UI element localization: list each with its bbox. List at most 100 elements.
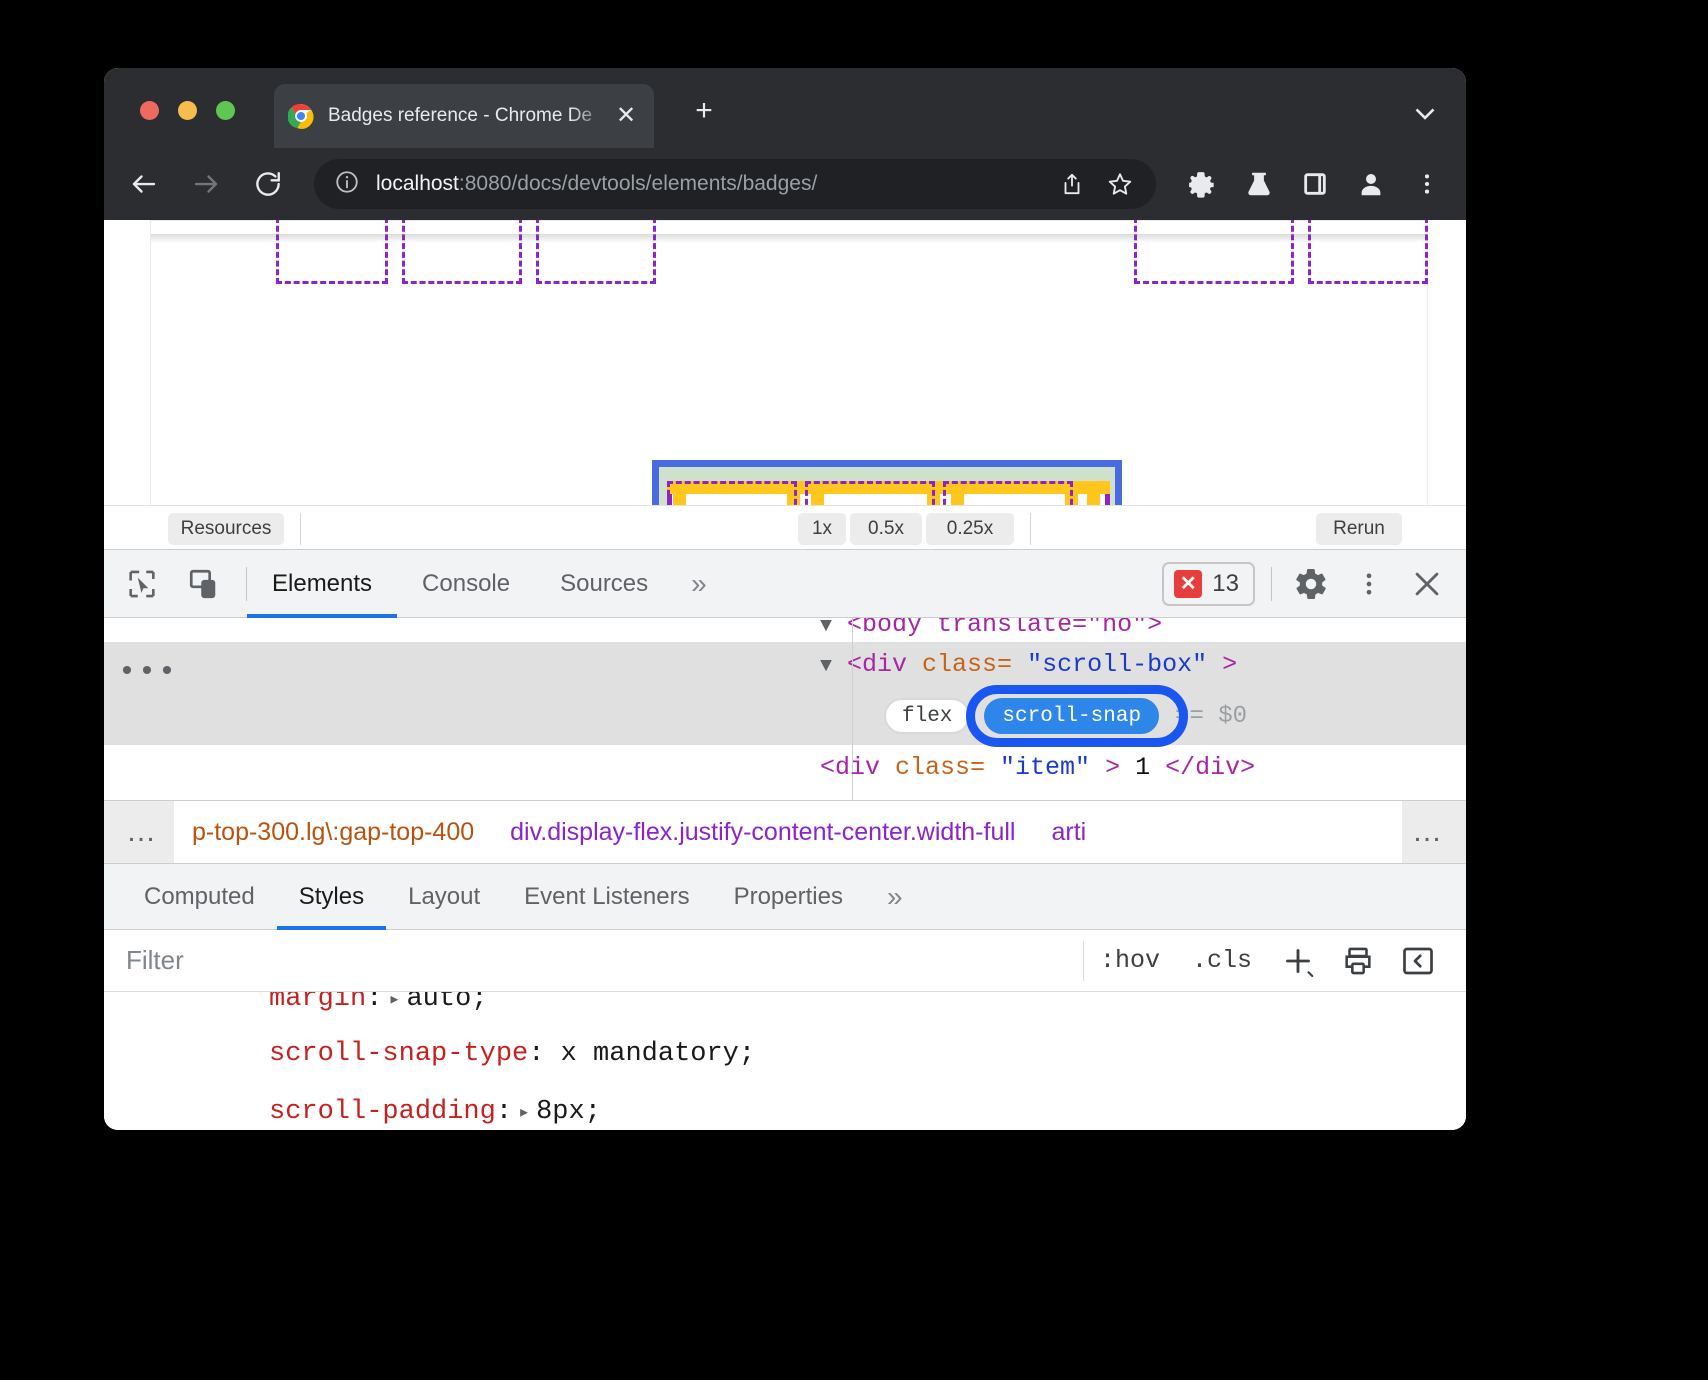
dom-end-tag: </div> [1165, 753, 1255, 782]
dom-row-item-1[interactable]: <div class= "item" > 1 </div> [104, 745, 1466, 790]
declaration-scroll-snap-type[interactable]: scroll-snap-type: x mandatory; [269, 1034, 1466, 1074]
snap-area-ghost [276, 220, 388, 284]
kebab-menu-icon[interactable] [1344, 559, 1394, 609]
tab-elements[interactable]: Elements [247, 550, 397, 618]
print-style-icon[interactable] [1332, 935, 1384, 987]
declaration-margin[interactable]: margin:▸auto; [269, 992, 1466, 1012]
experiments-flask-icon[interactable] [1236, 161, 1282, 207]
dom-attr-name: class= [922, 650, 1012, 679]
dom-attr-name: class= [895, 753, 985, 782]
declaration-property[interactable]: margin [269, 992, 366, 1012]
resbar-divider [1030, 513, 1031, 545]
dom-badges-row: flex scroll-snap == $0 [104, 687, 1466, 745]
snap-area-ghost [1308, 220, 1428, 284]
back-arrow-icon[interactable] [122, 162, 166, 206]
snap-area-dashed [667, 481, 797, 505]
dom-row-body[interactable]: ▼ <body translate="no"> [104, 618, 1466, 642]
declaration-value[interactable]: 8px; [536, 1097, 601, 1127]
dom-tag-close: > [1222, 650, 1237, 679]
scroll-snap-container-overlay: 4 5 6 7 [652, 460, 1122, 505]
extensions-puzzle-icon[interactable] [1180, 161, 1226, 207]
expand-triangle-icon[interactable]: ▸ [512, 1102, 536, 1125]
plus-icon[interactable] [1272, 935, 1324, 987]
address-bar[interactable]: localhost:8080/docs/devtools/elements/ba… [314, 159, 1156, 209]
star-icon[interactable] [1100, 164, 1140, 204]
breadcrumb-crumb-3[interactable]: arti [1033, 818, 1104, 847]
tab-close-icon[interactable]: ✕ [612, 104, 640, 128]
inspect-cursor-icon[interactable] [118, 560, 166, 608]
info-circle-icon[interactable] [334, 169, 360, 200]
browser-window: Badges reference - Chrome De ✕ + [104, 68, 1466, 1130]
chevron-down-icon[interactable] [1408, 96, 1442, 130]
dom-attr-value: "scroll-box" [1027, 650, 1207, 679]
dom-text-node: 1 [1135, 753, 1150, 782]
resbar-divider [300, 513, 301, 545]
window-traffic-lights [140, 101, 235, 120]
toolbar-divider [1271, 567, 1272, 601]
dom-row-scroll-box[interactable]: ▼ <div class= "scroll-box" > [104, 642, 1466, 687]
forward-arrow-icon[interactable] [184, 162, 228, 206]
tab-layout[interactable]: Layout [386, 864, 502, 930]
declaration-property[interactable]: scroll-snap-type [269, 1039, 528, 1069]
minimize-window-button[interactable] [178, 101, 197, 120]
snap-area-dashed [805, 481, 935, 505]
reload-icon[interactable] [246, 162, 290, 206]
snap-area-ghost [402, 220, 522, 284]
tab-sources[interactable]: Sources [535, 550, 673, 618]
collapse-panel-icon[interactable] [1392, 935, 1444, 987]
breadcrumb-crumb-2[interactable]: div.display-flex.justify-content-center.… [492, 818, 1033, 847]
tab-title: Badges reference - Chrome De [328, 105, 612, 127]
cls-button[interactable]: .cls [1176, 946, 1268, 975]
collapse-arrow-icon[interactable]: ▼ [820, 655, 832, 678]
more-tabs-button[interactable]: » [673, 550, 725, 618]
breadcrumb-crumb-1[interactable]: p-top-300.lg\:gap-top-400 [174, 818, 492, 847]
declaration-scroll-padding[interactable]: scroll-padding:▸8px; [269, 1092, 1466, 1130]
tab-styles[interactable]: Styles [277, 864, 386, 930]
browser-tab[interactable]: Badges reference - Chrome De ✕ [274, 84, 654, 148]
close-icon[interactable] [1402, 559, 1452, 609]
new-tab-button[interactable]: + [684, 92, 724, 132]
url-host: localhost [376, 172, 459, 195]
tab-computed[interactable]: Computed [122, 864, 277, 930]
badge-flex[interactable]: flex [884, 698, 970, 734]
url-text: localhost:8080/docs/devtools/elements/ba… [376, 172, 1044, 196]
breadcrumb-overflow-left[interactable]: … [104, 800, 174, 864]
snap-area-ghost [536, 220, 656, 284]
declaration-value[interactable]: x mandatory; [561, 1039, 755, 1069]
zoom-0-25x-button[interactable]: 0.25x [926, 513, 1014, 545]
viewport-left-edge [150, 220, 151, 505]
profile-avatar-icon[interactable] [1348, 161, 1394, 207]
devtools-panel: Elements Console Sources » ✕ 13 [104, 549, 1466, 1130]
dom-tag-open: <div [820, 753, 895, 782]
error-count-badge[interactable]: ✕ 13 [1162, 562, 1255, 606]
kebab-menu-icon[interactable] [1404, 161, 1450, 207]
tab-event-listeners[interactable]: Event Listeners [502, 864, 711, 930]
expand-triangle-icon[interactable]: ▸ [382, 992, 406, 1012]
error-x-icon: ✕ [1174, 570, 1202, 598]
devtools-toolbar: Elements Console Sources » ✕ 13 [104, 550, 1466, 618]
rerun-button[interactable]: Rerun [1316, 513, 1402, 545]
maximize-window-button[interactable] [216, 101, 235, 120]
tab-console[interactable]: Console [397, 550, 535, 618]
side-panel-icon[interactable] [1292, 161, 1338, 207]
declaration-value[interactable]: auto; [406, 992, 487, 1012]
more-sidebar-tabs-button[interactable]: » [865, 864, 925, 930]
zoom-0-5x-button[interactable]: 0.5x [850, 513, 922, 545]
breadcrumb-overflow-right[interactable]: … [1402, 800, 1466, 864]
close-window-button[interactable] [140, 101, 159, 120]
styles-filter-row: :hov .cls [104, 930, 1466, 992]
dom-row-item-2[interactable]: <div class= "item" > 2 </div> [104, 790, 1466, 800]
expand-arrow-icon[interactable]: ▼ [820, 618, 832, 638]
snap-area-ghost [1134, 220, 1294, 284]
zoom-1x-button[interactable]: 1x [798, 513, 846, 545]
device-toolbar-icon[interactable] [180, 560, 228, 608]
search-input[interactable] [126, 945, 1083, 976]
resources-button[interactable]: Resources [168, 513, 284, 545]
share-icon[interactable] [1052, 164, 1092, 204]
declaration-property[interactable]: scroll-padding [269, 1097, 496, 1127]
hov-button[interactable]: :hov [1084, 946, 1176, 975]
demo-resources-bar: Resources 1x 0.5x 0.25x Rerun [104, 505, 1466, 549]
tab-properties[interactable]: Properties [712, 864, 865, 930]
tab-strip: Badges reference - Chrome De ✕ + [104, 68, 1466, 148]
gear-icon[interactable] [1286, 559, 1336, 609]
